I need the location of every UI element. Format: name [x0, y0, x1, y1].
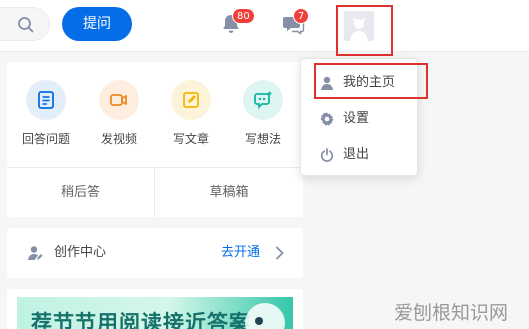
pencil-edit-icon: [183, 92, 199, 108]
creator-icon: [28, 246, 43, 260]
mascot-icon: [245, 303, 285, 329]
promo-card: 荐节节用阅读接近答案: [7, 289, 303, 329]
write-article-action[interactable]: 写文章: [156, 80, 226, 147]
messages-badge: 7: [293, 8, 309, 24]
menu-item-settings[interactable]: 设置: [301, 101, 419, 137]
homepage-highlight-box: [314, 63, 428, 99]
messages-button[interactable]: 7: [281, 8, 309, 38]
search-input[interactable]: [0, 7, 50, 41]
top-header: 提问 80 7: [0, 0, 529, 56]
answer-later-button[interactable]: 稍后答: [7, 168, 155, 218]
default-avatar-icon: [344, 11, 374, 41]
post-video-action[interactable]: 发视频: [84, 80, 154, 147]
post-video-label: 发视频: [100, 132, 137, 146]
answer-doc-icon: [38, 91, 54, 109]
write-thought-label: 写想法: [244, 132, 281, 146]
answer-tabs: 稍后答 草稿箱: [7, 167, 303, 218]
creator-center-title: 创作中心: [54, 245, 107, 260]
avatar-highlight-box: [336, 5, 393, 56]
notifications-badge: 80: [232, 8, 255, 24]
chevron-right-icon: [276, 246, 284, 260]
write-article-label: 写文章: [172, 132, 209, 146]
search-icon: [18, 17, 34, 33]
menu-item-label: 设置: [343, 111, 370, 126]
watermark: 爱刨根知识网: [394, 302, 509, 324]
video-camera-icon: [110, 94, 127, 106]
write-thought-action[interactable]: 写想法: [228, 80, 298, 147]
creator-center-card[interactable]: 创作中心 去开通: [7, 228, 303, 278]
menu-item-logout[interactable]: 退出: [301, 137, 419, 173]
thought-bubble-icon: [254, 91, 272, 110]
creation-card: 回答问题 发视频 写文章 写想法 稍后答 草稿箱: [7, 62, 303, 218]
answer-question-action[interactable]: 回答问题: [11, 80, 81, 147]
promo-banner[interactable]: 荐节节用阅读接近答案: [17, 297, 293, 329]
power-icon: [320, 148, 334, 162]
menu-item-label: 退出: [343, 147, 370, 162]
activate-link[interactable]: 去开通: [221, 228, 260, 278]
answer-question-label: 回答问题: [21, 132, 70, 146]
ask-question-button[interactable]: 提问: [62, 7, 132, 41]
promo-banner-text: 荐节节用阅读接近答案: [31, 311, 251, 329]
drafts-button[interactable]: 草稿箱: [155, 168, 303, 218]
avatar[interactable]: [344, 11, 374, 41]
gear-icon: [320, 112, 334, 126]
notifications-button[interactable]: 80: [219, 8, 255, 38]
